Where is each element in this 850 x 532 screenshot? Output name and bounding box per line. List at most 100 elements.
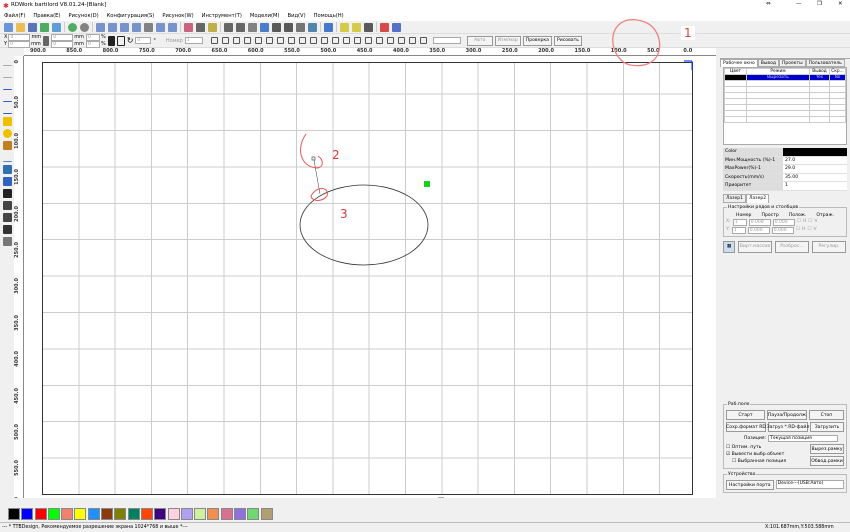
array-icon[interactable] (2, 177, 12, 186)
x-space-input[interactable]: 0.000 (748, 218, 771, 226)
lock-icon[interactable] (107, 35, 115, 46)
menu-item[interactable]: Модели(M) (250, 13, 280, 19)
rect-icon[interactable] (248, 22, 257, 32)
corner-br-icon[interactable] (353, 37, 361, 44)
color-swatch[interactable] (234, 507, 247, 520)
align-top-icon[interactable] (232, 37, 240, 44)
color-swatch[interactable] (247, 507, 260, 520)
color-swatch[interactable] (260, 507, 273, 520)
ellipse-icon[interactable] (2, 129, 12, 138)
same-width-icon[interactable] (298, 37, 306, 44)
port-settings-button[interactable]: Настройки порта (726, 480, 774, 490)
mirror-v-checkbox[interactable]: ☐ (808, 219, 812, 226)
scale-x-input[interactable]: 0 (85, 33, 100, 41)
load-rd-button[interactable]: Загруз *.RD-файл (767, 422, 809, 432)
color-swatch[interactable] (220, 507, 233, 520)
color-swatch[interactable] (194, 507, 207, 520)
align-center-v-icon[interactable] (254, 37, 262, 44)
align-center-h-icon[interactable] (265, 37, 273, 44)
line-icon[interactable] (2, 81, 12, 90)
anchor-icon[interactable] (116, 35, 125, 46)
ruler-icon[interactable] (392, 22, 401, 32)
position-select[interactable]: Текущая позиция (768, 435, 839, 442)
device-select[interactable]: Device---(USB:Авто) (775, 480, 844, 489)
array-grid-button[interactable]: ▦ (723, 240, 735, 253)
curve-icon[interactable] (224, 22, 233, 32)
align-right-icon[interactable] (221, 37, 229, 44)
menu-item[interactable]: Помощь(H) (314, 13, 344, 19)
color-swatch[interactable] (140, 507, 153, 520)
import-icon[interactable] (40, 22, 49, 32)
scale-y-input[interactable]: 0 (85, 40, 100, 48)
camera-icon[interactable] (364, 22, 373, 32)
laser-tab[interactable]: Лазер2 (746, 193, 770, 203)
color-swatch[interactable] (47, 507, 60, 520)
height-input[interactable]: 0 (51, 40, 74, 48)
scan-icon[interactable] (196, 22, 205, 32)
start-icon[interactable] (68, 22, 77, 32)
equal-space-v-icon[interactable] (287, 37, 295, 44)
select-icon[interactable] (2, 57, 12, 66)
pause-button[interactable]: Пауза/Продолж (766, 410, 807, 420)
property-value[interactable]: 35.00 (783, 173, 847, 181)
monitor-icon[interactable] (324, 22, 333, 32)
panel-tab[interactable]: Пользователь (805, 59, 845, 67)
color-swatch[interactable] (114, 507, 127, 520)
mirror-v-icon[interactable] (2, 213, 12, 222)
edge-bottom-icon[interactable] (419, 37, 427, 44)
corner-tl-icon[interactable] (331, 37, 339, 44)
frame-icon[interactable] (184, 22, 193, 32)
property-value[interactable]: 1 (783, 182, 847, 190)
rotate-input[interactable]: 0 (135, 37, 152, 44)
mirror-h-icon[interactable] (2, 201, 12, 210)
lock-size-icon[interactable] (43, 35, 50, 46)
panel-splitter[interactable] (720, 56, 850, 59)
optimize-path-checkbox[interactable]: ☐ (726, 445, 730, 450)
same-size-icon[interactable] (320, 37, 328, 44)
color-swatch[interactable] (101, 507, 114, 520)
laser-icon[interactable] (380, 22, 389, 32)
corner-tr-icon[interactable] (342, 37, 350, 44)
property-value[interactable]: 29.0 (783, 165, 847, 173)
same-height-icon[interactable] (309, 37, 317, 44)
x-count-input[interactable]: 1 (732, 218, 747, 226)
mirror-h-checkbox[interactable]: ☐ (797, 219, 801, 226)
zoom-in-icon[interactable] (96, 22, 105, 32)
panel-tab[interactable]: Проекты (778, 59, 806, 67)
virtual-array-button[interactable]: Вирт.массив (738, 240, 772, 253)
drawing-canvas[interactable]: 2 3 (24, 56, 716, 498)
align-bottom-icon[interactable] (243, 37, 251, 44)
zoom-select-icon[interactable] (156, 22, 165, 32)
save-icon[interactable] (28, 22, 37, 32)
draw-button[interactable]: Рисовать (553, 35, 582, 46)
cloud-icon[interactable] (296, 22, 305, 32)
zoom-out-icon[interactable] (120, 22, 129, 32)
trace-frame-button[interactable]: Обвод.рамки (810, 456, 844, 466)
color-swatch[interactable] (167, 507, 180, 520)
maximize-button[interactable]: ❐ (817, 1, 822, 7)
cut-frame-button[interactable]: Вырез.рамку (810, 444, 844, 454)
rectangle-icon[interactable] (2, 117, 12, 126)
menu-item[interactable]: Рисунок(D) (68, 13, 98, 19)
grid-red-2-icon[interactable] (352, 22, 361, 32)
corner-bl-icon[interactable] (364, 37, 372, 44)
menu-item[interactable]: Рисунок(W) (162, 13, 193, 19)
panel-tab[interactable]: Вывод (757, 59, 779, 67)
property-value[interactable]: 27.0 (783, 156, 847, 164)
mirror-h-checkbox[interactable]: ☐ (796, 227, 800, 234)
output-selected-checkbox[interactable]: ☑ (726, 452, 730, 457)
color-swatch[interactable] (74, 507, 87, 520)
y-input[interactable]: 0 (8, 40, 31, 48)
color-swatch[interactable] (207, 507, 220, 520)
save-rd-button[interactable]: Сохр.формат RD (726, 422, 766, 432)
stop-button[interactable]: Стоп (808, 410, 844, 420)
align-left-icon[interactable] (210, 37, 218, 44)
equal-space-h-icon[interactable] (276, 37, 284, 44)
new-icon[interactable] (4, 22, 13, 32)
property-value[interactable] (783, 148, 847, 156)
color-swatch[interactable] (87, 507, 100, 520)
align-icon[interactable] (2, 225, 12, 234)
layer-select[interactable] (432, 37, 461, 44)
adjust-button[interactable]: Регулир. (812, 240, 846, 253)
close-button[interactable]: ✕ (838, 1, 843, 7)
